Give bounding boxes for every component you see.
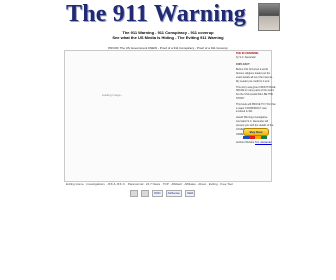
badge-icon: [141, 189, 149, 197]
footer-link[interactable]: JFK & JFK Jr: [107, 182, 125, 186]
payment-cards-icon: [243, 136, 267, 139]
promo-paragraph: This story was given FRONT PAGE SPACE in…: [236, 85, 276, 100]
footer-link[interactable]: 24 7 News: [146, 182, 160, 186]
footer-link[interactable]: Affidavit: [171, 182, 182, 186]
author-website-label: Authors Website: [236, 141, 255, 144]
footer-link[interactable]: Eviling: [209, 182, 218, 186]
broken-image-placeholder: loading image...: [102, 93, 124, 97]
footer-link[interactable]: Free Tool: [220, 182, 232, 186]
badge[interactable]: AdSense: [165, 189, 182, 197]
footer-link[interactable]: Paranormal: [128, 182, 144, 186]
promo-paragraph: Before 911 Occurred a world famous relig…: [236, 68, 274, 83]
footer-link[interactable]: TOP: [163, 182, 169, 186]
badge-icon: [130, 189, 138, 197]
book-author: by S.C. Alexander: [236, 55, 257, 59]
footer-link[interactable]: Investigations: [86, 182, 104, 186]
footer-nav: Eviling Home · Investigations · JFK & JF…: [66, 182, 233, 186]
promo-paragraph: This book will PROVE TO YOU that a major…: [236, 102, 276, 114]
footer-link[interactable]: About: [198, 182, 206, 186]
fact-label: 100% FACT: [236, 62, 250, 66]
footer-link[interactable]: Eviling Home: [66, 182, 84, 186]
book-promo: THE 911 WARNING by S.C. Alexander 100% F…: [236, 52, 276, 139]
footer-link[interactable]: Affiliates: [184, 182, 195, 186]
page-title: The 911 Warning: [66, 1, 246, 27]
buy-now-button[interactable]: Buy Now: [243, 128, 269, 136]
author-photo: [258, 3, 280, 31]
badge[interactable]: W3C: [152, 189, 163, 197]
author-website-line: Authors Website S.C. Alexander: [236, 141, 272, 144]
footer-badges: W3C AdSense Valid: [130, 189, 196, 197]
subtitle-line-2: See what the US Media is Hiding - The Ev…: [112, 35, 224, 40]
author-website-link[interactable]: S.C. Alexander: [255, 141, 272, 144]
badge[interactable]: Valid: [184, 189, 196, 197]
